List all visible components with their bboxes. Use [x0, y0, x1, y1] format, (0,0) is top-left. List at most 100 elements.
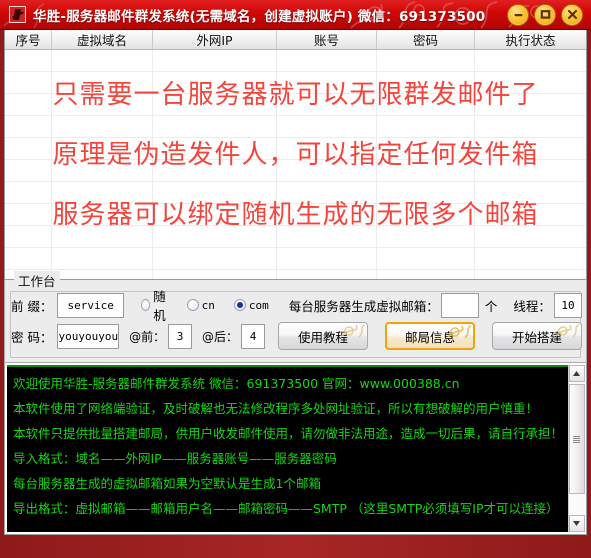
table-row[interactable]	[5, 50, 586, 72]
table-cell	[377, 226, 475, 247]
table-cell	[475, 138, 586, 159]
radio-com[interactable]: com	[233, 298, 269, 312]
scroll-track[interactable]	[568, 382, 585, 515]
table-cell	[475, 116, 586, 137]
table-row[interactable]	[5, 116, 586, 138]
table-row[interactable]	[5, 248, 586, 270]
workbench-row-1: 前 缀： service 随机 cn com 每台服务器生成虚拟邮箱： 个 线程…	[11, 289, 582, 323]
password-label: 密 码：	[11, 329, 53, 345]
tutorial-button[interactable]: 使用教程	[278, 322, 368, 350]
table-row[interactable]	[5, 94, 586, 116]
log-scrollbar[interactable]	[568, 365, 585, 532]
log-line: 本软件只提供批量搭建邮局，供用户收发邮件使用，请勿做非法用途，造成一切后果，请自…	[13, 426, 564, 441]
table-cell	[377, 138, 475, 159]
column-header-account[interactable]: 账号	[277, 30, 377, 49]
log-console: 欢迎使用华胜-服务器邮件群发系统 微信：691373500 官网：www.000…	[4, 363, 587, 535]
table-cell	[475, 160, 586, 181]
table-row[interactable]	[5, 226, 586, 248]
table-row[interactable]	[5, 72, 586, 94]
table-cell	[377, 204, 475, 225]
at-after-label: @后：	[202, 329, 239, 344]
table-row[interactable]	[5, 182, 586, 204]
radio-dot-cn-icon	[186, 299, 199, 311]
thread-label: 线程：	[513, 298, 551, 314]
workbench-row-2: 密 码： youyouyou @前： 3 @后： 4 使用教程 邮局信息 开始搭…	[11, 322, 582, 350]
table-cell	[153, 204, 277, 225]
column-header-index[interactable]: 序号	[5, 30, 52, 49]
table-cell	[277, 160, 377, 181]
table-cell	[153, 226, 277, 247]
table-cell	[153, 116, 277, 137]
table-cell	[277, 248, 377, 269]
table-cell	[153, 248, 277, 269]
server-list[interactable]: 序号 虚拟域名 外网IP 账号 密码 执行状态 只需要一台服务器就可以无限群发邮…	[4, 30, 587, 280]
radio-label-com: com	[248, 298, 269, 312]
column-header-domain[interactable]: 虚拟域名	[52, 30, 153, 49]
table-body[interactable]	[5, 50, 586, 279]
table-cell	[277, 270, 377, 279]
table-cell	[377, 160, 475, 181]
tutorial-button-label: 使用教程	[297, 329, 348, 345]
column-header-ip[interactable]: 外网IP	[153, 30, 277, 49]
at-before-input[interactable]: 3	[168, 323, 193, 349]
chevron-up-icon	[573, 371, 580, 376]
table-cell	[153, 270, 277, 279]
scroll-down-button[interactable]	[568, 515, 585, 532]
log-output[interactable]: 欢迎使用华胜-服务器邮件群发系统 微信：691373500 官网：www.000…	[7, 365, 568, 532]
window-title: 华胜-服务器邮件群发系统(无需域名，创建虚拟账户) 微信：691373500	[33, 8, 486, 25]
at-after-input[interactable]: 4	[241, 323, 265, 349]
post-office-info-button-label: 邮局信息	[404, 329, 455, 345]
table-cell	[277, 226, 377, 247]
table-row[interactable]	[5, 204, 586, 226]
table-cell	[153, 160, 277, 181]
thread-input[interactable]: 10	[553, 292, 582, 318]
scroll-up-button[interactable]	[568, 365, 585, 382]
scroll-grip-icon	[573, 435, 580, 443]
title-bar: 华胜-服务器邮件群发系统(无需域名，创建虚拟账户) 微信：691373500	[0, 0, 591, 30]
table-cell	[5, 50, 52, 71]
table-row[interactable]	[5, 270, 586, 279]
table-cell	[5, 248, 52, 269]
maximize-icon	[540, 10, 550, 19]
scroll-thumb[interactable]	[568, 384, 585, 494]
table-cell	[5, 160, 52, 181]
column-header-status[interactable]: 执行状态	[475, 30, 586, 49]
table-cell	[377, 72, 475, 93]
table-cell	[475, 226, 586, 247]
radio-random[interactable]: 随机	[140, 286, 172, 324]
mailbox-unit-label: 个	[484, 298, 498, 314]
table-cell	[52, 50, 153, 71]
table-cell	[475, 270, 586, 279]
table-cell	[475, 72, 586, 93]
table-cell	[52, 72, 153, 93]
table-cell	[52, 182, 153, 203]
table-cell	[5, 182, 52, 203]
table-cell	[52, 160, 153, 181]
minimize-button[interactable]	[507, 3, 529, 26]
table-cell	[277, 116, 377, 137]
maximize-button[interactable]	[534, 3, 556, 26]
table-row[interactable]	[5, 160, 586, 182]
table-row[interactable]	[5, 138, 586, 160]
radio-cn[interactable]: cn	[186, 299, 215, 312]
log-line: 欢迎使用华胜-服务器邮件群发系统 微信：691373500 官网：www.000…	[13, 376, 460, 391]
log-line: 导出格式：虚拟邮箱——邮箱用户名——邮箱密码——SMTP （这里SMTP必须填写…	[13, 501, 559, 516]
workbench-group-label: 工作台	[14, 271, 60, 290]
close-button[interactable]	[561, 3, 583, 26]
table-cell	[5, 116, 52, 137]
password-input[interactable]: youyouyou	[57, 323, 120, 349]
column-header-password[interactable]: 密码	[377, 30, 475, 49]
table-cell	[52, 94, 153, 115]
start-build-button[interactable]: 开始搭建	[492, 322, 582, 350]
log-line: 本软件使用了网络端验证，及时破解也无法修改程序多处网址验证，所以有想破解的用户慎…	[13, 401, 539, 416]
table-cell	[52, 204, 153, 225]
post-office-info-button[interactable]: 邮局信息	[385, 322, 475, 350]
table-cell	[52, 116, 153, 137]
prefix-input[interactable]: service	[57, 292, 124, 318]
table-cell	[475, 182, 586, 203]
mailbox-count-input[interactable]	[440, 292, 479, 318]
close-icon	[567, 9, 577, 20]
workbench-panel: 工作台 前 缀： service 随机 cn com 每台服务器生成虚拟邮箱： …	[4, 271, 587, 363]
table-cell	[277, 138, 377, 159]
radio-dot-random-icon	[140, 299, 151, 311]
